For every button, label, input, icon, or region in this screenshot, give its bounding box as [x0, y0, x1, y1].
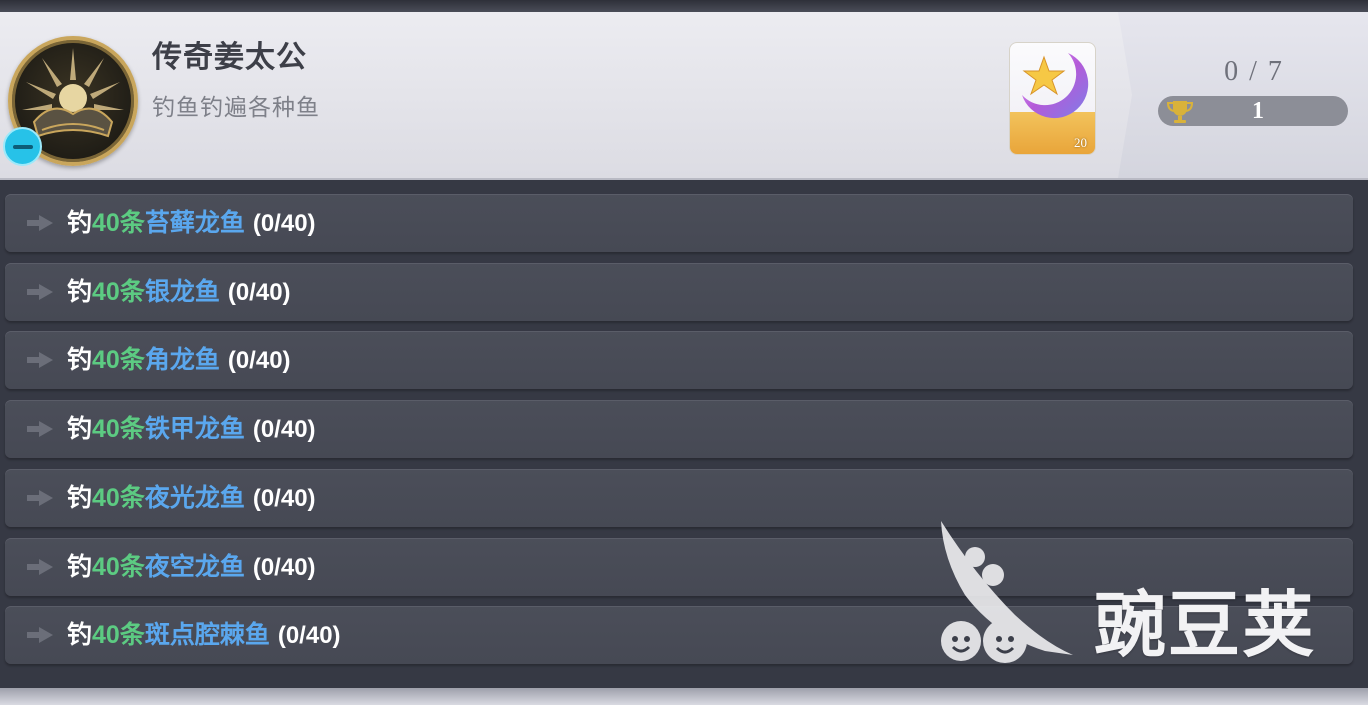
task-verb: 钓	[67, 415, 93, 443]
task-count: 40条	[92, 415, 145, 443]
reward-item[interactable]: 20	[1009, 42, 1096, 155]
task-verb: 钓	[67, 346, 93, 374]
task-progress: (0/40)	[227, 347, 291, 374]
top-edge	[0, 0, 1368, 12]
task-row[interactable]: 钓40条角龙鱼 (0/40)	[5, 331, 1353, 389]
task-progress: (0/40)	[227, 279, 291, 306]
task-progress: (0/40)	[252, 416, 316, 443]
task-text: 钓40条铁甲龙鱼 (0/40)	[67, 412, 316, 447]
task-fish-name: 夜空龙鱼	[144, 553, 245, 581]
arrow-right-icon	[27, 559, 53, 575]
task-text: 钓40条斑点腔棘鱼 (0/40)	[67, 618, 341, 653]
arrow-right-icon	[27, 490, 53, 506]
task-count: 40条	[92, 278, 145, 306]
achievement-title: 传奇姜太公	[152, 41, 307, 74]
arrow-right-icon	[27, 352, 53, 368]
task-text: 钓40条角龙鱼 (0/40)	[67, 343, 291, 378]
task-text: 钓40条苔藓龙鱼 (0/40)	[67, 206, 316, 241]
task-progress: (0/40)	[252, 485, 316, 512]
watermark-text: 豌豆荚	[1094, 586, 1317, 666]
task-fish-name: 夜光龙鱼	[144, 484, 245, 512]
task-fish-name: 斑点腔棘鱼	[144, 621, 270, 649]
bottom-edge	[0, 688, 1368, 705]
task-verb: 钓	[67, 209, 93, 237]
task-fish-name: 银龙鱼	[144, 278, 220, 306]
arrow-right-icon	[27, 627, 53, 643]
task-progress: (0/40)	[252, 210, 316, 237]
task-fish-name: 铁甲龙鱼	[144, 415, 245, 443]
task-text: 钓40条银龙鱼 (0/40)	[67, 275, 291, 310]
task-count: 40条	[92, 209, 145, 237]
task-fish-name: 角龙鱼	[144, 346, 220, 374]
points-value: 1	[1252, 98, 1264, 124]
task-verb: 钓	[67, 553, 93, 581]
task-text: 钓40条夜光龙鱼 (0/40)	[67, 481, 316, 516]
task-row[interactable]: 钓40条铁甲龙鱼 (0/40)	[5, 400, 1353, 458]
achievement-progress: 0 / 7	[1224, 56, 1284, 87]
achievement-progress-panel	[1118, 12, 1368, 178]
task-count: 40条	[92, 484, 145, 512]
task-text: 钓40条夜空龙鱼 (0/40)	[67, 550, 316, 585]
task-count: 40条	[92, 346, 145, 374]
task-row[interactable]: 钓40条苔藓龙鱼 (0/40)	[5, 194, 1353, 252]
task-fish-name: 苔藓龙鱼	[144, 209, 245, 237]
task-verb: 钓	[67, 484, 93, 512]
arrow-right-icon	[27, 421, 53, 437]
task-row[interactable]: 钓40条银龙鱼 (0/40)	[5, 263, 1353, 321]
task-count: 40条	[92, 621, 145, 649]
minus-badge-icon[interactable]	[3, 127, 42, 166]
task-verb: 钓	[67, 278, 93, 306]
task-progress: (0/40)	[277, 622, 341, 649]
achievement-description: 钓鱼钓遍各种鱼	[152, 94, 320, 120]
reward-quantity: 20	[1074, 135, 1087, 150]
task-verb: 钓	[67, 621, 93, 649]
arrow-right-icon	[27, 215, 53, 231]
task-count: 40条	[92, 553, 145, 581]
arrow-right-icon	[27, 284, 53, 300]
task-progress: (0/40)	[252, 554, 316, 581]
